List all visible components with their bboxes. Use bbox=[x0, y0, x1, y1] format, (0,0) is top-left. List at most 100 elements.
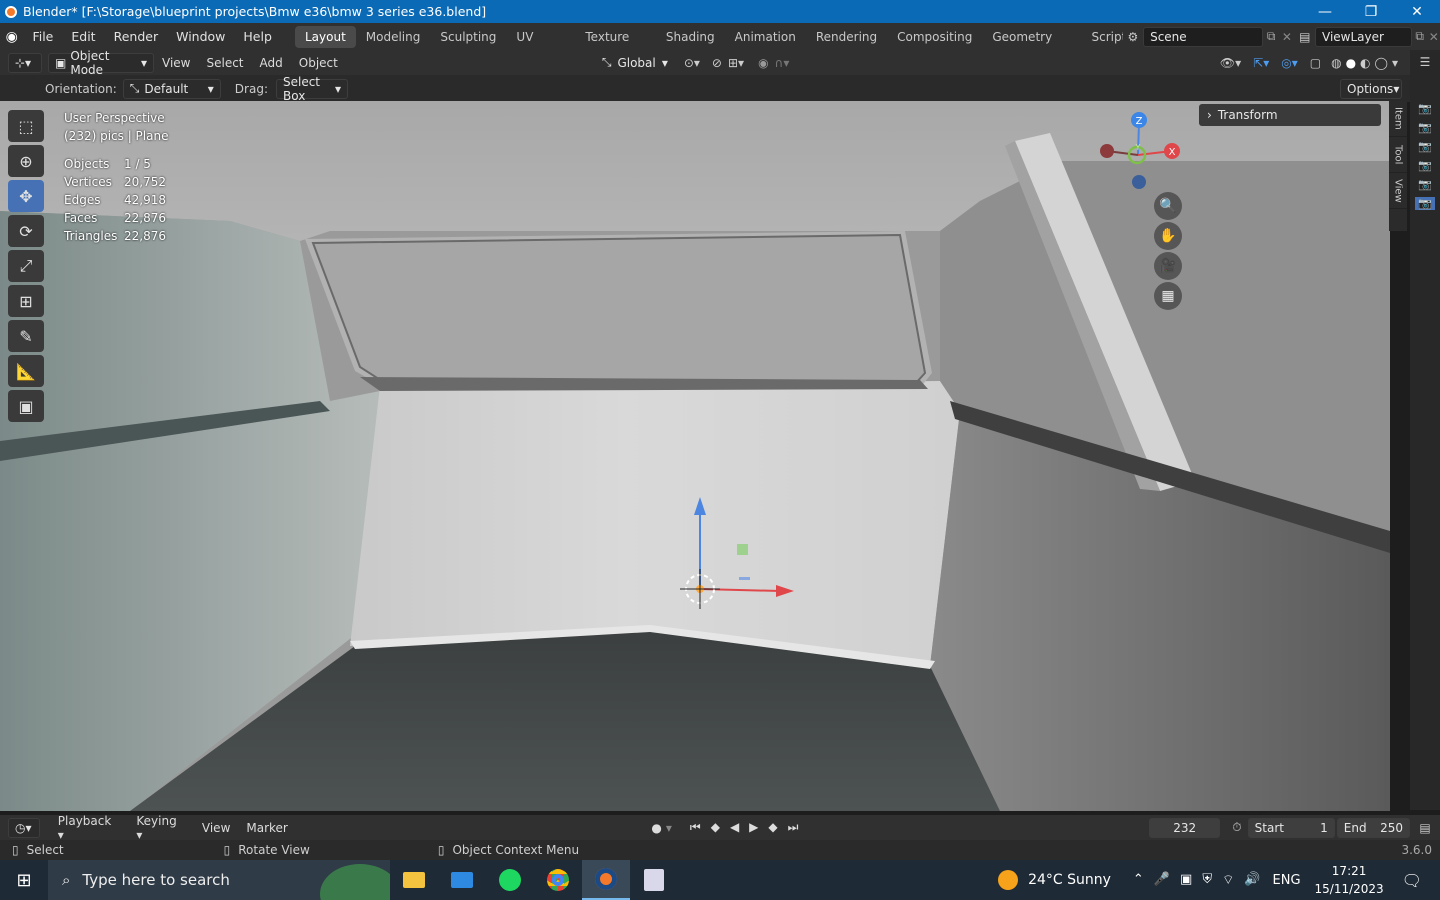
notifications-icon[interactable]: 🗨 bbox=[1402, 871, 1422, 890]
start-frame-field[interactable]: Start 1 bbox=[1247, 817, 1335, 838]
view-layer-icon[interactable]: ▤ bbox=[1295, 30, 1315, 44]
editor-type-icon[interactable]: ⊹▾ bbox=[8, 52, 42, 73]
wifi-icon[interactable]: ⌔ bbox=[1222, 872, 1234, 888]
timeline-editor-icon[interactable]: ◷▾ bbox=[8, 817, 40, 838]
menu-edit[interactable]: Edit bbox=[62, 29, 104, 44]
camera-visibility-icon[interactable]: 📷 bbox=[1418, 121, 1432, 134]
blender-taskbar-icon[interactable] bbox=[582, 860, 630, 900]
rotate-tool-icon[interactable]: ⟳ bbox=[8, 215, 44, 247]
3d-viewport[interactable]: Z X Y 🔍 ✋ 🎥 ▦ bbox=[0, 101, 1390, 811]
restore-button[interactable]: ❐ bbox=[1348, 0, 1394, 23]
mail-icon[interactable] bbox=[438, 860, 486, 900]
camera-visibility-icon[interactable]: 📷 bbox=[1418, 102, 1432, 115]
tab-item[interactable]: Item bbox=[1389, 101, 1407, 137]
tab-compositing[interactable]: Compositing bbox=[887, 26, 982, 48]
menu-add[interactable]: Add bbox=[252, 56, 291, 70]
ortho-grid-icon[interactable]: ▦ bbox=[1154, 282, 1182, 310]
add-cube-tool-icon[interactable]: ▣ bbox=[8, 390, 44, 422]
jump-end-icon[interactable]: ⏭ bbox=[788, 820, 799, 835]
play-reverse-icon[interactable]: ◀ bbox=[730, 820, 739, 835]
clock[interactable]: 17:21 15/11/2023 bbox=[1315, 862, 1384, 898]
tab-view[interactable]: View bbox=[1389, 173, 1407, 209]
tray-chevron-icon[interactable]: ⌃ bbox=[1133, 872, 1144, 888]
volume-icon[interactable]: 🔊 bbox=[1244, 872, 1260, 888]
tab-scripting[interactable]: Scripting bbox=[1081, 26, 1122, 48]
tab-uv-editing[interactable]: UV Editing bbox=[506, 26, 575, 66]
snap-target-icon[interactable]: ⊞▾ bbox=[728, 56, 744, 70]
overlay-icon[interactable]: ◎▾ bbox=[1281, 56, 1298, 70]
menu-view[interactable]: View bbox=[154, 56, 198, 70]
tab-rendering[interactable]: Rendering bbox=[806, 26, 887, 48]
xray-icon[interactable]: ▢ bbox=[1310, 56, 1321, 70]
menu-window[interactable]: Window bbox=[167, 29, 234, 44]
annotate-tool-icon[interactable]: ✎ bbox=[8, 320, 44, 352]
spotify-icon[interactable] bbox=[486, 860, 534, 900]
jump-keyframe-forward-icon[interactable]: ◆ bbox=[768, 820, 777, 835]
record-options-icon[interactable]: ▾ bbox=[666, 821, 672, 835]
remove-scene-icon[interactable]: ✕ bbox=[1279, 30, 1295, 44]
proportional-edit-icon[interactable]: ◉ bbox=[758, 56, 768, 70]
zoom-icon[interactable]: 🔍 bbox=[1154, 192, 1182, 220]
select-box-tool-icon[interactable]: ⬚ bbox=[8, 110, 44, 142]
visibility-icon[interactable]: 👁▾ bbox=[1220, 56, 1241, 70]
camera-visibility-icon[interactable]: 📷 bbox=[1415, 197, 1435, 210]
playback-menu[interactable]: Playback ▾ bbox=[50, 814, 129, 842]
camera-view-icon[interactable]: 🎥 bbox=[1154, 252, 1182, 280]
navigation-gizmo[interactable]: Z X Y bbox=[1095, 109, 1185, 199]
menu-object[interactable]: Object bbox=[291, 56, 346, 70]
camera-visibility-icon[interactable]: 📷 bbox=[1418, 178, 1432, 191]
jump-start-icon[interactable]: ⏮ bbox=[690, 820, 701, 835]
menu-file[interactable]: File bbox=[23, 29, 62, 44]
rendered-shading-icon[interactable]: ◯ bbox=[1375, 56, 1388, 70]
scene-selector-icon[interactable]: ⚙ bbox=[1123, 30, 1143, 44]
keying-menu[interactable]: Keying ▾ bbox=[128, 814, 194, 842]
editor-menu-icon[interactable]: ▤ bbox=[1410, 815, 1440, 840]
current-frame-field[interactable]: 232 bbox=[1149, 817, 1221, 838]
record-icon[interactable]: ● bbox=[651, 821, 661, 835]
meet-now-icon[interactable]: ▣ bbox=[1180, 872, 1192, 888]
solid-shading-icon[interactable]: ● bbox=[1346, 56, 1356, 70]
shading-options-icon[interactable]: ▾ bbox=[1392, 56, 1398, 70]
new-view-layer-icon[interactable]: ⧉ bbox=[1412, 29, 1428, 44]
taskbar-search-box[interactable]: ⌕ Type here to search bbox=[48, 860, 390, 900]
material-shading-icon[interactable]: ◐ bbox=[1360, 56, 1370, 70]
camera-visibility-icon[interactable]: 📷 bbox=[1418, 140, 1432, 153]
tab-texture-paint[interactable]: Texture Paint bbox=[575, 26, 656, 66]
wireframe-shading-icon[interactable]: ◍ bbox=[1331, 56, 1341, 70]
outliner-editor-icon[interactable]: ☰ bbox=[1410, 50, 1440, 74]
close-button[interactable]: ✕ bbox=[1394, 0, 1440, 23]
pivot-point-icon[interactable]: ⊙▾ bbox=[684, 56, 700, 70]
falloff-icon[interactable]: ∩▾ bbox=[775, 56, 790, 70]
gizmo-icon[interactable]: ⇱▾ bbox=[1253, 56, 1269, 70]
options-dropdown[interactable]: Options ▾ bbox=[1340, 78, 1402, 99]
transform-orientation-dropdown[interactable]: ⤡ Global ▾ bbox=[596, 53, 674, 73]
transform-panel-header[interactable]: › Transform bbox=[1199, 104, 1381, 126]
new-scene-icon[interactable]: ⧉ bbox=[1263, 29, 1279, 44]
chrome-icon[interactable] bbox=[534, 860, 582, 900]
play-icon[interactable]: ▶ bbox=[749, 820, 758, 835]
end-frame-field[interactable]: End 250 bbox=[1336, 817, 1410, 838]
menu-render[interactable]: Render bbox=[105, 29, 168, 44]
scene-field[interactable]: Scene bbox=[1143, 26, 1264, 47]
tab-sculpting[interactable]: Sculpting bbox=[430, 26, 506, 48]
file-explorer-icon[interactable] bbox=[390, 860, 438, 900]
cursor-tool-icon[interactable]: ⊕ bbox=[8, 145, 44, 177]
tab-shading[interactable]: Shading bbox=[656, 26, 725, 48]
camera-visibility-icon[interactable]: 📷 bbox=[1418, 159, 1432, 172]
orientation-dropdown[interactable]: ⤡ Default ▾ bbox=[122, 78, 221, 99]
microphone-icon[interactable]: 🎤 bbox=[1154, 872, 1170, 888]
jump-keyframe-back-icon[interactable]: ◆ bbox=[711, 820, 720, 835]
marker-menu[interactable]: Marker bbox=[238, 821, 295, 835]
tab-animation[interactable]: Animation bbox=[725, 26, 806, 48]
scale-tool-icon[interactable]: ⤢ bbox=[8, 250, 44, 282]
tab-layout[interactable]: Layout bbox=[294, 25, 356, 48]
transform-tool-icon[interactable]: ⊞ bbox=[8, 285, 44, 317]
tab-modeling[interactable]: Modeling bbox=[356, 26, 431, 48]
pan-hand-icon[interactable]: ✋ bbox=[1154, 222, 1182, 250]
minimize-button[interactable]: — bbox=[1302, 0, 1348, 23]
tab-tool[interactable]: Tool bbox=[1389, 137, 1407, 173]
clock-icon[interactable]: ⏱ bbox=[1232, 820, 1241, 835]
app-taskbar-icon[interactable] bbox=[630, 860, 678, 900]
mode-dropdown[interactable]: ▣ Object Mode ▾ bbox=[48, 49, 154, 77]
menu-help[interactable]: Help bbox=[234, 29, 281, 44]
